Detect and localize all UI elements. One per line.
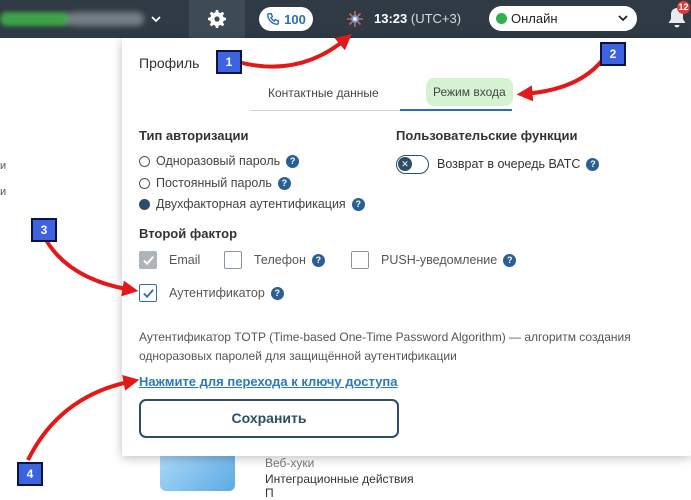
arrow-4: [26, 374, 140, 461]
annotation-badge-3: 3: [31, 218, 57, 242]
annotation-arrows: [26, 33, 606, 461]
annotation-badge-2: 2: [600, 42, 626, 66]
annotation-badge-4: 4: [17, 462, 43, 486]
arrow-3: [44, 238, 139, 297]
annotation-badge-1: 1: [216, 50, 242, 74]
arrow-1: [237, 33, 352, 69]
arrow-2: [516, 56, 606, 102]
